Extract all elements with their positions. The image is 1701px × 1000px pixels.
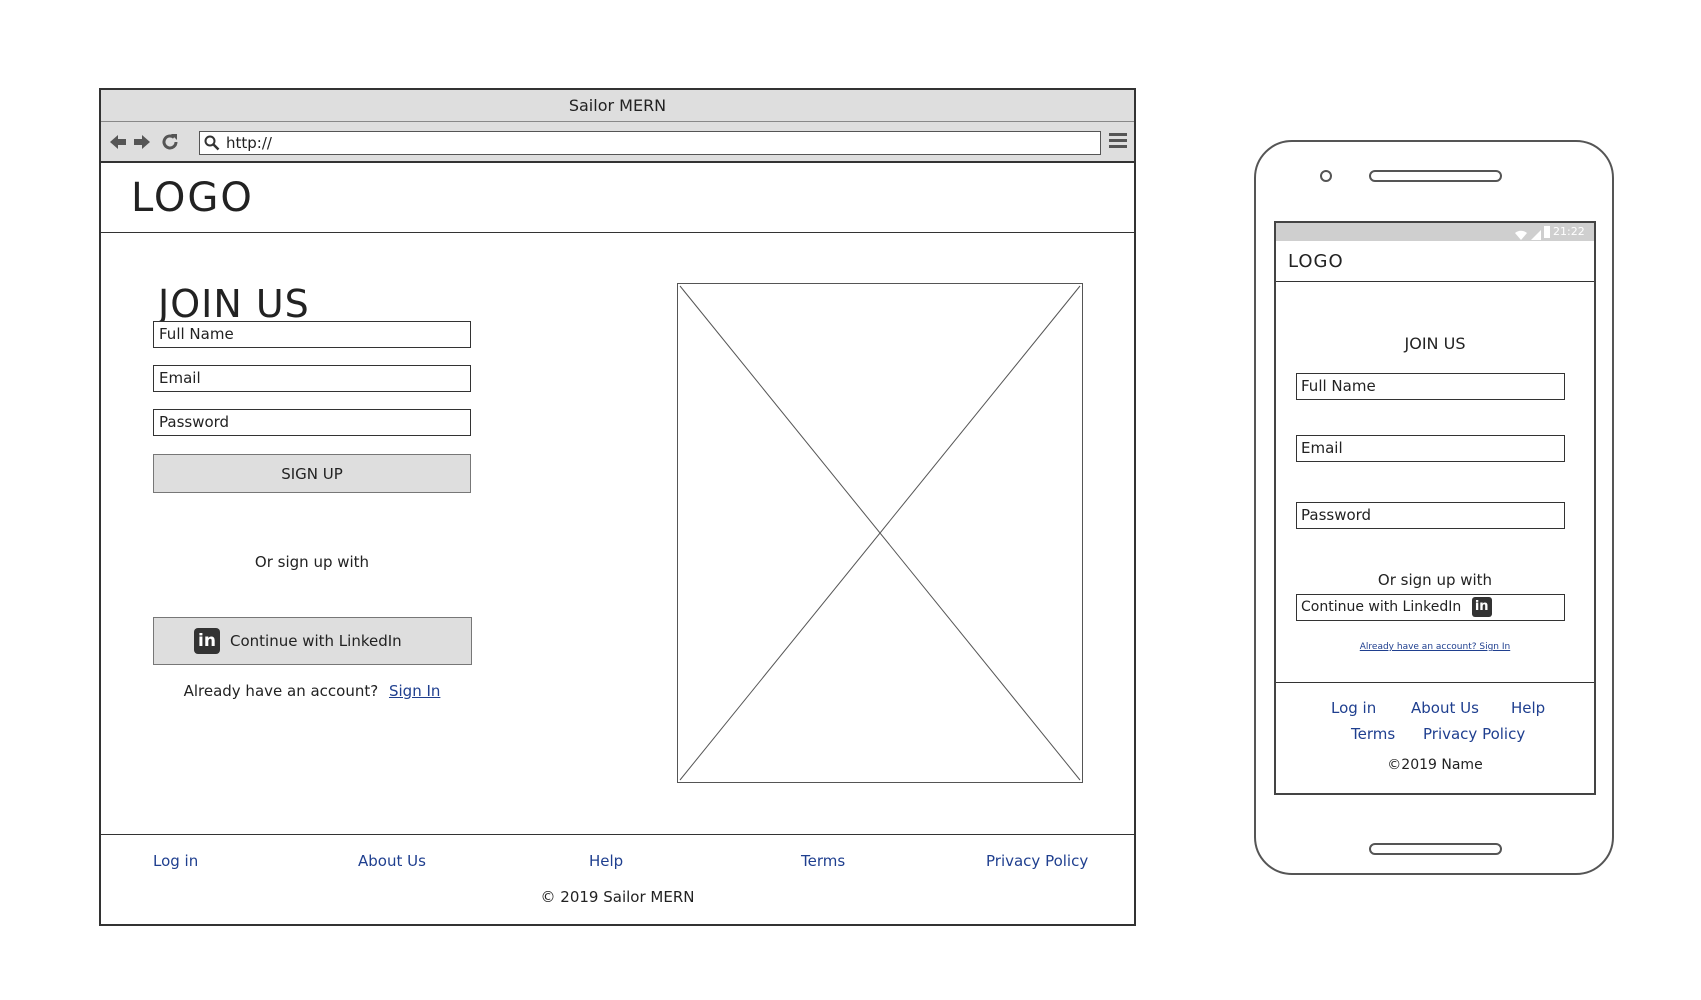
window-title: Sailor MERN (568, 96, 667, 115)
mobile-sign-in-link[interactable]: Already have an account? Sign In (1360, 642, 1510, 652)
mobile-linkedin-icon: in (1471, 597, 1492, 617)
status-bar: 21:22 (1276, 223, 1594, 241)
wifi-icon (1514, 226, 1528, 240)
mobile-or-sign-up-text: Or sign up with (1377, 571, 1493, 589)
footer-link-privacy[interactable]: Privacy Policy (986, 852, 1088, 870)
full-name-input[interactable]: Full Name (153, 321, 471, 348)
mobile-password-input[interactable]: Password (1296, 502, 1565, 529)
footer-link-terms[interactable]: Terms (801, 852, 845, 870)
mobile-footer-link-login[interactable]: Log in (1331, 699, 1376, 717)
mobile-screen: 21:22 LOGO JOIN US Full Name Email Passw… (1274, 221, 1596, 795)
forward-arrow-icon[interactable] (131, 131, 153, 153)
mobile-footer-link-help[interactable]: Help (1511, 699, 1545, 717)
footer-link-about[interactable]: About Us (358, 852, 426, 870)
mobile-full-name-input[interactable]: Full Name (1296, 373, 1565, 400)
back-arrow-icon[interactable] (107, 131, 129, 153)
mobile-header-divider (1276, 281, 1594, 282)
hamburger-menu-icon[interactable] (1109, 133, 1127, 149)
logo: LOGO (131, 175, 254, 221)
page-title: JOIN US (158, 282, 310, 326)
browser-toolbar: http:// (101, 122, 1134, 163)
mobile-footer-divider (1276, 682, 1594, 683)
mobile-email-input[interactable]: Email (1296, 435, 1565, 462)
search-icon (204, 135, 220, 151)
mobile-copyright: ©2019 Name (1387, 757, 1483, 773)
battery-icon (1544, 226, 1550, 238)
account-prompt: Already have an account? Sign In (153, 682, 471, 700)
address-bar[interactable]: http:// (199, 131, 1101, 155)
browser-window: Sailor MERN http:// LOGO JOIN US Full Na… (99, 88, 1136, 926)
signal-icon (1530, 226, 1542, 240)
footer-link-help[interactable]: Help (589, 852, 623, 870)
site-header: LOGO (101, 163, 1134, 233)
camera-icon (1320, 170, 1332, 182)
mobile-logo: LOGO (1288, 251, 1344, 272)
or-sign-up-text: Or sign up with (254, 553, 370, 571)
account-text: Already have an account? (183, 682, 379, 700)
speaker-grille (1369, 170, 1502, 182)
mobile-linkedin-label: Continue with LinkedIn (1301, 599, 1462, 615)
linkedin-label: Continue with LinkedIn (230, 632, 402, 650)
home-button[interactable] (1369, 843, 1502, 855)
linkedin-icon: in (194, 628, 220, 654)
sign-up-button[interactable]: SIGN UP (153, 454, 471, 493)
mobile-device: 21:22 LOGO JOIN US Full Name Email Passw… (1254, 140, 1614, 875)
linkedin-button[interactable]: in Continue with LinkedIn (153, 617, 472, 665)
mobile-footer-link-about[interactable]: About Us (1411, 699, 1479, 717)
mobile-footer-link-privacy[interactable]: Privacy Policy (1423, 725, 1525, 743)
sign-in-link[interactable]: Sign In (389, 682, 440, 700)
status-time: 21:22 (1553, 225, 1585, 238)
image-placeholder (677, 283, 1083, 783)
footer-link-login[interactable]: Log in (153, 852, 198, 870)
mobile-footer-link-terms[interactable]: Terms (1351, 725, 1395, 743)
mobile-linkedin-button[interactable]: Continue with LinkedIn in (1296, 594, 1565, 621)
footer-divider (101, 834, 1134, 835)
sign-up-label: SIGN UP (281, 464, 343, 483)
mobile-account-prompt: Already have an account? Sign In (1276, 642, 1594, 652)
browser-titlebar: Sailor MERN (101, 90, 1134, 122)
password-input[interactable]: Password (153, 409, 471, 436)
url-text: http:// (226, 134, 272, 152)
copyright: © 2019 Sailor MERN (540, 888, 695, 906)
mobile-page-title: JOIN US (1404, 334, 1466, 353)
email-input[interactable]: Email (153, 365, 471, 392)
reload-icon[interactable] (159, 131, 181, 153)
